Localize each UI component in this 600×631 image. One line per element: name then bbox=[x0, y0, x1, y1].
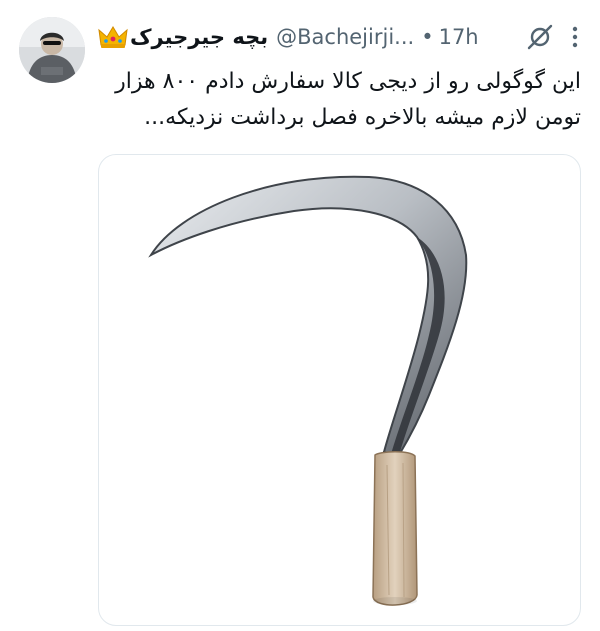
post-media[interactable] bbox=[98, 154, 581, 626]
post-text: این گوگولی رو از دیجی کالا سفارش دادم ۸۰… bbox=[98, 64, 581, 136]
crown-emoji-icon bbox=[98, 25, 128, 49]
timestamp[interactable]: 17h bbox=[439, 25, 479, 49]
user-handle[interactable]: @Bachejirji... bbox=[276, 25, 414, 49]
grok-icon[interactable] bbox=[526, 23, 554, 51]
avatar[interactable] bbox=[19, 17, 85, 83]
post-text-line-1: این گوگولی رو از دیجی کالا سفارش دادم ۸۰… bbox=[115, 69, 581, 94]
separator-dot: • bbox=[421, 25, 434, 49]
display-name[interactable]: بچه جیرجیرک bbox=[130, 25, 268, 49]
sickle-image bbox=[148, 175, 468, 606]
avatar-image bbox=[19, 17, 85, 83]
more-options-icon[interactable] bbox=[572, 24, 578, 50]
post-header: بچه جیرجیرک @Bachejirji... • 17h bbox=[98, 20, 578, 54]
post-text-line-2: تومن لازم میشه بالاخره فصل برداشت نزدیکه… bbox=[144, 105, 581, 130]
